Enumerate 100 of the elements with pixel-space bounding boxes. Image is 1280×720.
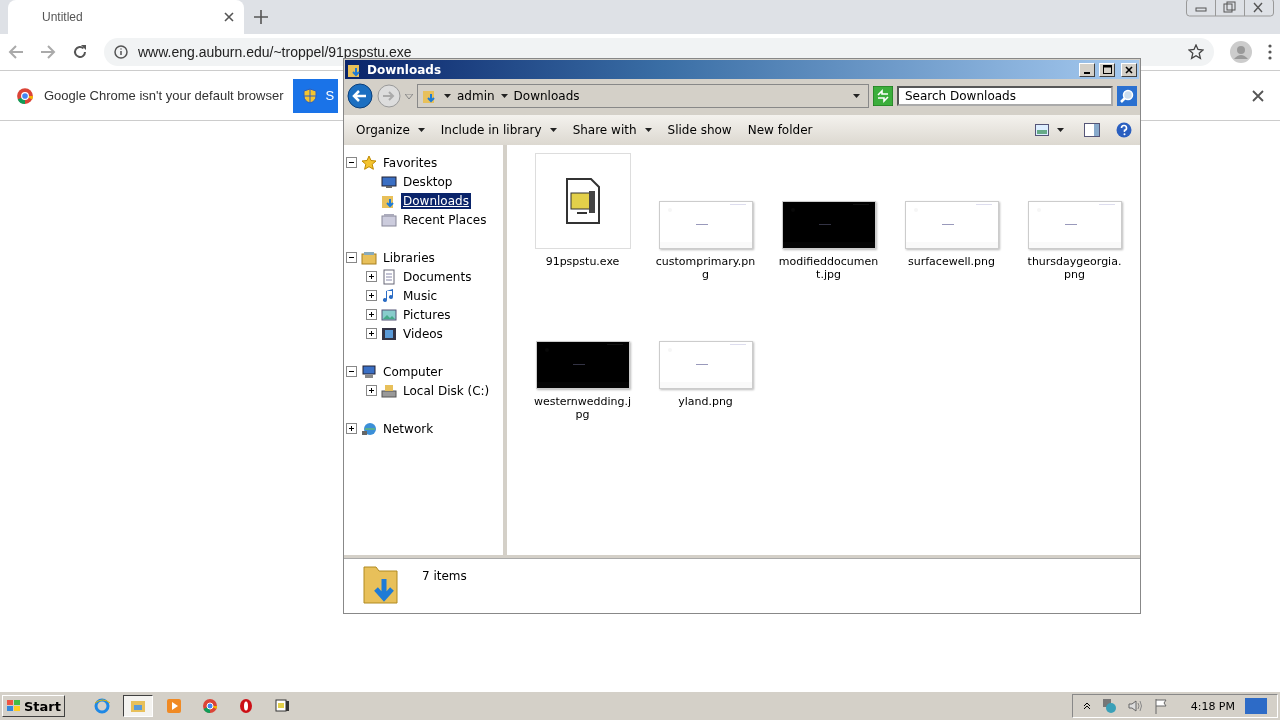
caret-icon <box>417 128 425 132</box>
nav-item[interactable]: Computer <box>381 363 445 380</box>
minimize-icon <box>1084 71 1090 74</box>
view-icon[interactable] <box>1035 124 1049 136</box>
expand-toggle[interactable] <box>366 309 377 320</box>
command-button[interactable]: Organize <box>352 121 429 139</box>
windows-logo-icon <box>6 699 22 713</box>
file-name[interactable]: yland.png <box>655 395 756 408</box>
network-icon <box>361 420 377 437</box>
back-icon[interactable] <box>347 83 373 109</box>
address-bar[interactable]: admin Downloads <box>417 84 869 108</box>
caret-icon <box>444 94 451 98</box>
chevron-icon[interactable] <box>1082 702 1091 710</box>
preview-pane-icon[interactable] <box>1084 123 1100 137</box>
command-button[interactable]: Slide show <box>663 121 736 139</box>
file-name[interactable]: thursdaygeorgia.png <box>1024 255 1125 281</box>
close-icon[interactable] <box>1252 89 1264 102</box>
search-field[interactable]: Search Downloads <box>897 86 1113 106</box>
url-text: www.eng.auburn.edu/~troppel/91pspstu.exe <box>138 44 412 60</box>
chrome-icon <box>16 86 34 105</box>
file-name[interactable]: modifieddocument.jpg <box>778 255 879 281</box>
start-button[interactable]: Start <box>2 695 65 717</box>
plus-icon <box>368 311 375 318</box>
expand-toggle[interactable] <box>346 366 357 377</box>
profile-icon[interactable] <box>1230 41 1252 63</box>
recent-icon <box>381 211 397 228</box>
nav-item[interactable]: Libraries <box>381 249 437 266</box>
nav-item[interactable]: Desktop <box>401 173 455 190</box>
folder-icon <box>130 698 146 714</box>
flag-icon[interactable] <box>1152 698 1169 714</box>
speaker-icon[interactable] <box>1126 698 1143 714</box>
shield-icon <box>303 87 318 104</box>
dropdown-caret-icon <box>853 94 860 98</box>
file-name[interactable]: 91pspstu.exe <box>532 255 633 268</box>
minus-icon <box>348 159 355 166</box>
program-icon <box>274 698 290 714</box>
pictures-icon <box>381 306 397 323</box>
close-button[interactable] <box>1121 62 1137 77</box>
expand-toggle[interactable] <box>366 271 377 282</box>
nav-item[interactable]: Local Disk (C:) <box>401 382 492 399</box>
maximize-button[interactable] <box>1099 62 1115 77</box>
library-icon <box>361 249 377 266</box>
videos-icon <box>381 325 397 342</box>
file-name[interactable]: surfacewell.png <box>901 255 1002 268</box>
star-icon[interactable] <box>1188 44 1204 60</box>
plus-icon <box>368 387 375 394</box>
taskbar-button[interactable] <box>123 695 153 717</box>
expand-toggle[interactable] <box>366 385 377 396</box>
new-tab-icon[interactable] <box>254 10 268 24</box>
nav-item[interactable]: Downloads <box>401 192 471 209</box>
nav-item[interactable]: Music <box>401 287 440 304</box>
star-icon <box>361 154 377 171</box>
nav-item[interactable]: Recent Places <box>401 211 489 228</box>
file-name[interactable]: westernwedding.jpg <box>532 395 633 421</box>
maximize-icon <box>1102 65 1112 74</box>
command-button[interactable]: Share with <box>568 121 656 139</box>
downloads-icon <box>422 88 438 104</box>
infobar-message: Google Chrome isn't your default browser <box>44 88 284 103</box>
caret-icon <box>644 128 652 132</box>
minus-icon <box>348 254 355 261</box>
search-icon[interactable] <box>1117 86 1137 106</box>
close-icon[interactable] <box>224 12 234 22</box>
nav-item[interactable]: Favorites <box>381 154 440 171</box>
expand-toggle[interactable] <box>346 157 357 168</box>
expand-toggle[interactable] <box>346 423 357 434</box>
browser-e-icon <box>94 698 110 714</box>
expand-toggle[interactable] <box>346 252 357 263</box>
plus-icon <box>368 292 375 299</box>
network-icon[interactable] <box>1100 698 1117 714</box>
help-icon[interactable] <box>1116 122 1132 138</box>
expand-toggle[interactable] <box>366 328 377 339</box>
opera-icon <box>238 698 254 714</box>
set-default-button[interactable]: S <box>293 78 339 113</box>
file-name[interactable]: customprimary.png <box>655 255 756 281</box>
caret-icon <box>500 94 508 98</box>
expand-toggle[interactable] <box>366 290 377 301</box>
command-button[interactable]: New folder <box>743 121 817 139</box>
command-button[interactable]: Include in library <box>436 121 561 139</box>
minimize-button[interactable] <box>1079 62 1095 77</box>
plus-icon <box>348 425 355 432</box>
breadcrumb-item[interactable]: Downloads <box>513 89 580 103</box>
chrome-icon <box>202 698 218 714</box>
desktop-icon <box>381 173 397 190</box>
caret-icon <box>549 128 557 132</box>
disk-icon <box>381 382 397 399</box>
menu-icon[interactable] <box>1268 44 1272 60</box>
nav-item[interactable]: Pictures <box>401 306 453 323</box>
refresh-icon[interactable] <box>873 86 893 106</box>
documents-icon <box>381 268 397 285</box>
window-controls-icon[interactable] <box>1186 0 1274 17</box>
nav-item[interactable]: Videos <box>401 325 445 342</box>
nav-item[interactable]: Network <box>381 420 436 437</box>
clock: 4:18 PM <box>1190 699 1235 713</box>
browser-tab[interactable]: Untitled <box>8 0 244 34</box>
minus-icon <box>348 368 355 375</box>
breadcrumb-item[interactable]: admin <box>457 89 495 103</box>
view-caret-icon <box>1057 128 1064 132</box>
nav-item[interactable]: Documents <box>401 268 474 285</box>
media-icon <box>166 698 182 714</box>
reload-icon[interactable] <box>72 44 88 60</box>
